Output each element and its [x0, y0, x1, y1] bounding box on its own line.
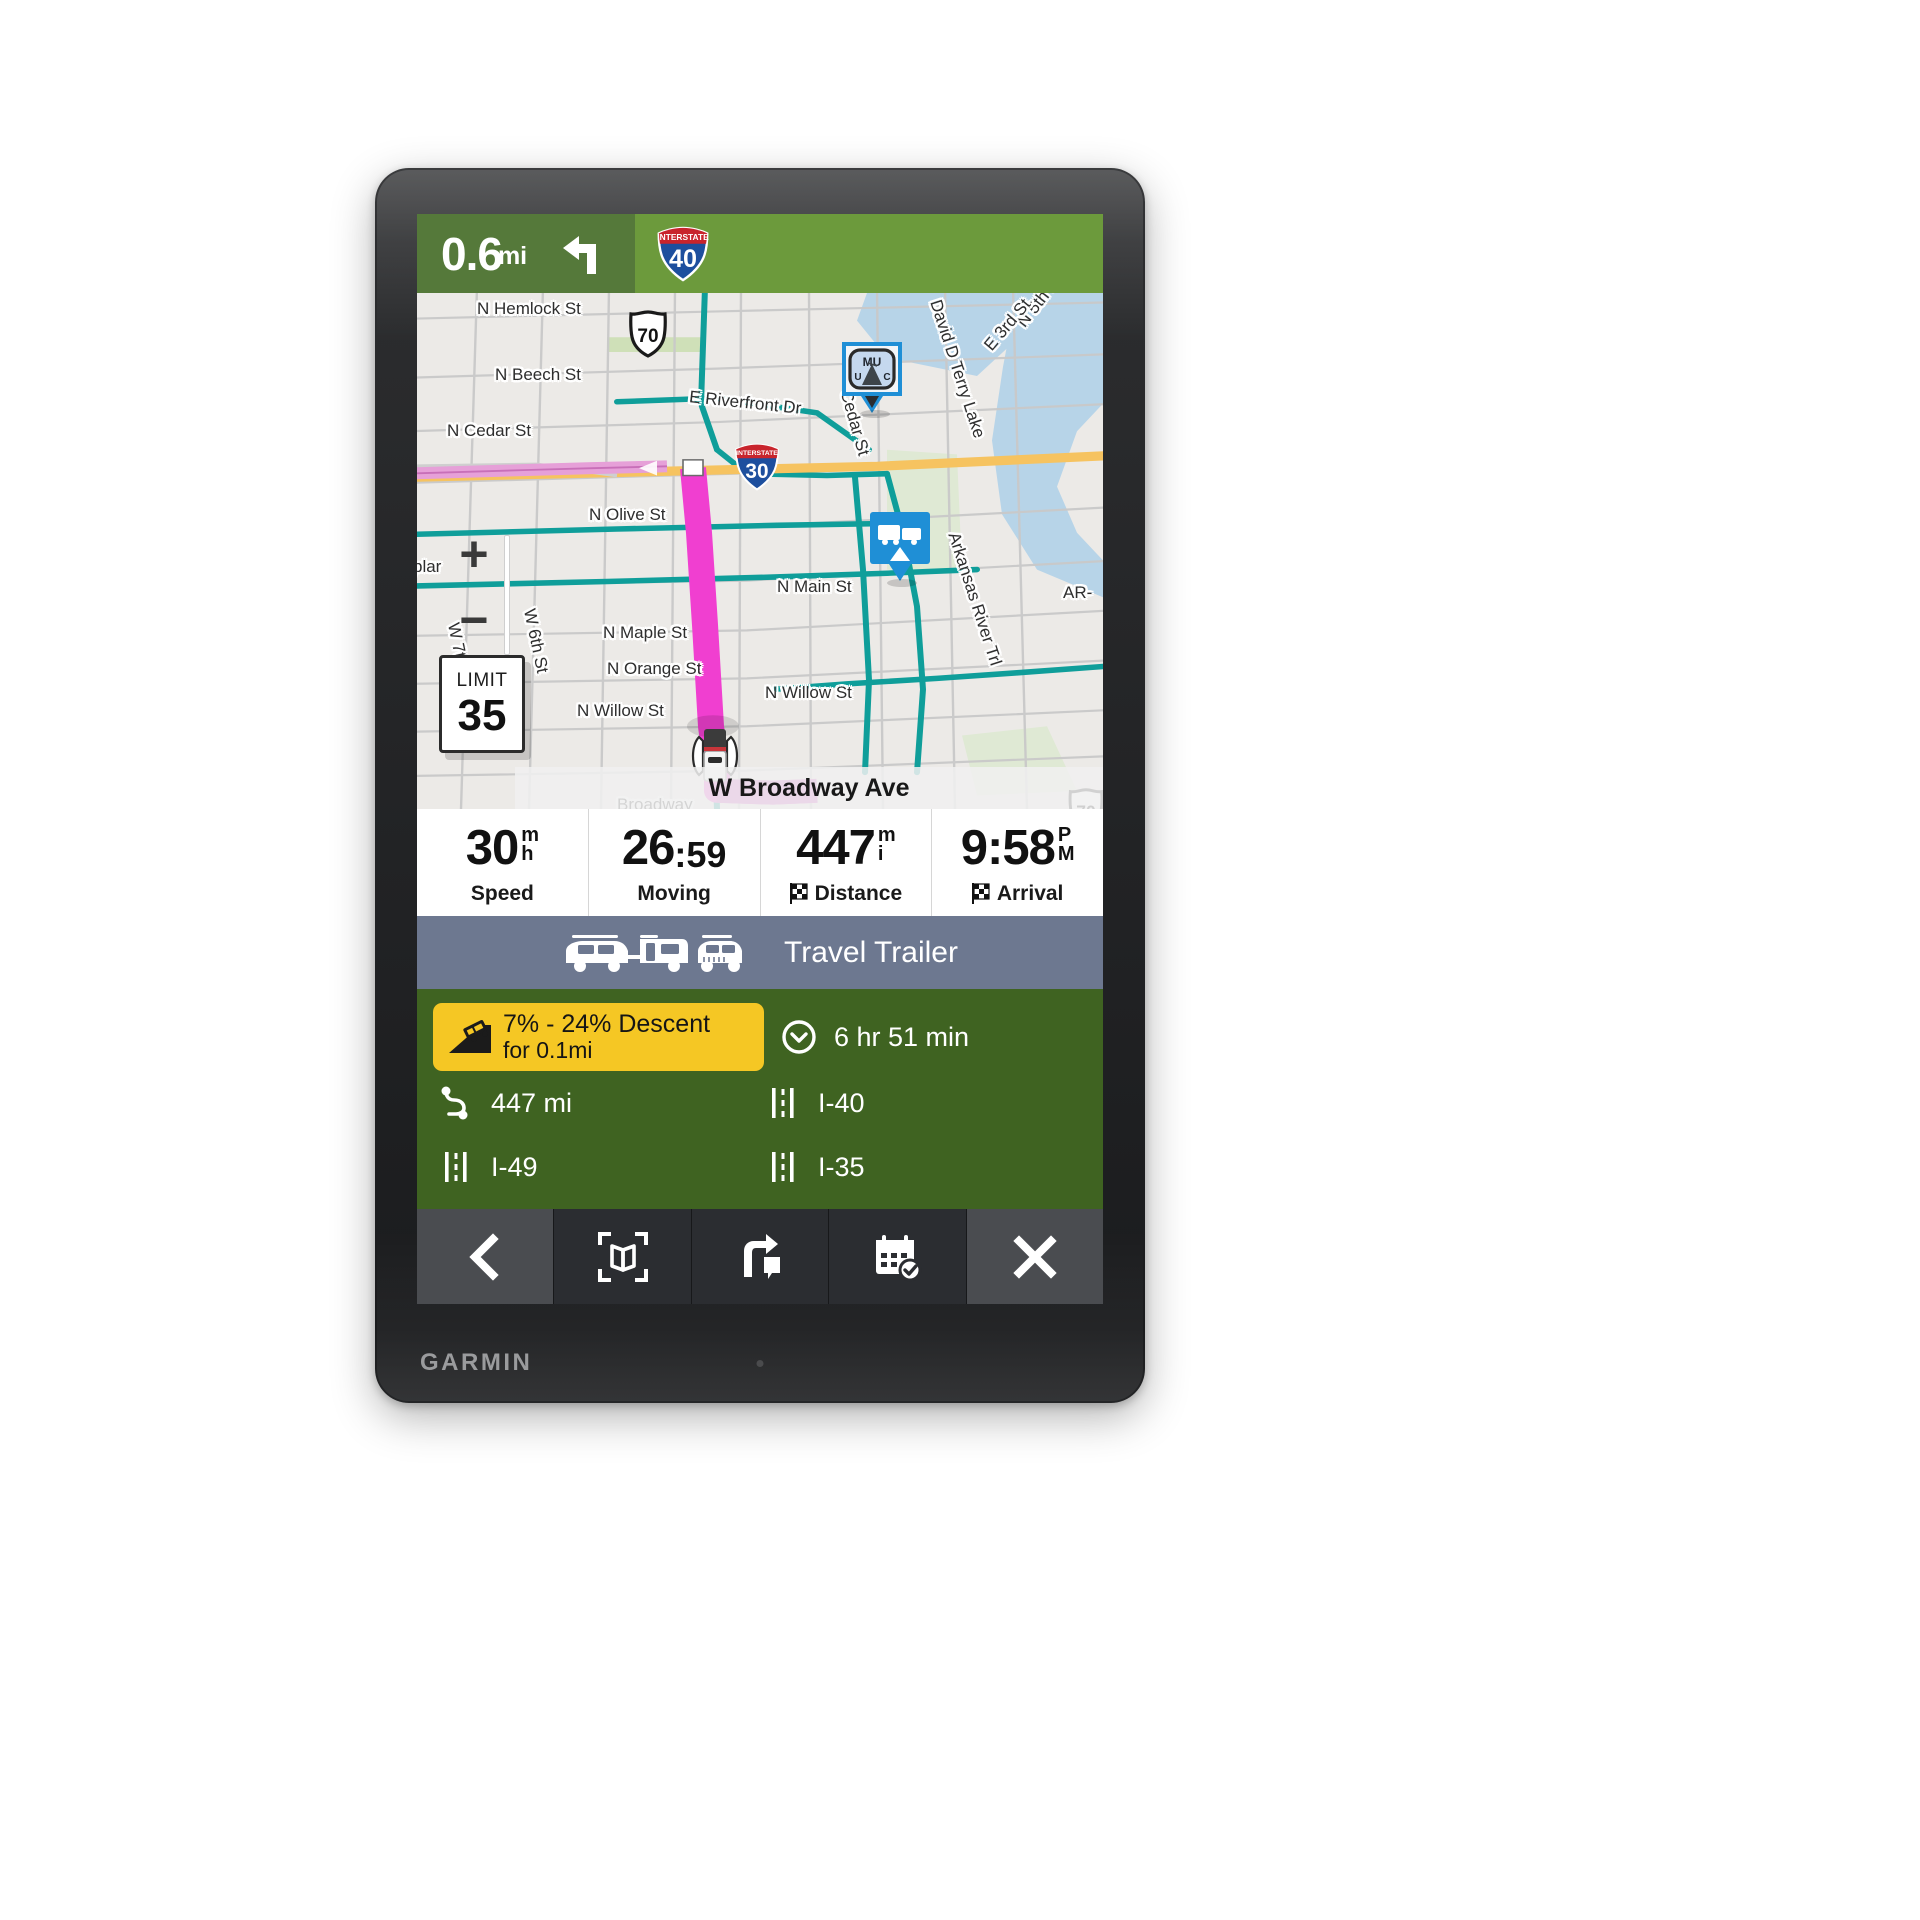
map-canvas[interactable]: N Hemlock St N Beech St N Cedar St E Riv… [417, 293, 1103, 810]
map-fullscreen-icon [597, 1231, 648, 1282]
speed-limit-value: 35 [457, 691, 507, 741]
summary-road-text: I-49 [491, 1151, 538, 1182]
moving-value-seconds: :59 [674, 833, 727, 875]
svg-text:30: 30 [745, 460, 768, 483]
back-button[interactable] [417, 1209, 555, 1304]
summary-road-text: I-40 [818, 1087, 865, 1118]
turn-list-button[interactable] [691, 1209, 830, 1304]
turn-left-arrow-icon [563, 235, 597, 274]
turn-list-icon [744, 1233, 781, 1279]
steep-descent-icon [449, 1020, 491, 1054]
summary-road-cell[interactable]: I-35 [760, 1135, 1087, 1199]
descent-warning-badge[interactable]: 7% - 24% Descent for 0.1mi [433, 1003, 764, 1071]
distance-value: 447 [796, 820, 876, 875]
svg-text:INTERSTATE: INTERSTATE [657, 232, 709, 242]
garmin-gps-device: 0.6 mi INTERSTATE 40 N Hemlock St N Beec… [375, 168, 1145, 1403]
speed-limit-label: LIMIT [456, 670, 508, 692]
zoom-in-button[interactable]: + [441, 521, 507, 587]
summary-road-cell[interactable]: I-49 [433, 1135, 760, 1199]
screenshot-root: 0.6 mi INTERSTATE 40 N Hemlock St N Beec… [0, 0, 1920, 1920]
road-icon [445, 1152, 467, 1182]
speed-limit-sign: LIMIT 35 [439, 655, 525, 754]
chevron-left-icon [469, 1232, 499, 1281]
vehicle-profile-name: Travel Trailer [784, 935, 958, 969]
next-turn-distance-unit: mi [497, 241, 528, 270]
arrival-meridiem-top: P [1057, 823, 1072, 846]
descent-warning-line2: for 0.1mi [503, 1037, 593, 1064]
bottom-toolbar [417, 1209, 1103, 1304]
svg-text:U: U [854, 372, 861, 383]
calendar-check-icon [876, 1234, 922, 1281]
route-summary-panel: 7% - 24% Descent for 0.1mi 6 hr 51 min 4… [417, 989, 1103, 1209]
map-zoom-controls[interactable]: + − [441, 521, 510, 655]
trip-planner-button[interactable] [829, 1209, 967, 1304]
summary-distance-text: 447 mi [491, 1087, 573, 1118]
current-street-bar: W Broadway Ave [515, 767, 1103, 810]
summary-eta-cell[interactable]: 6 hr 51 min [776, 1003, 1087, 1071]
map-view-button[interactable] [554, 1209, 692, 1304]
microphone-dot [756, 1360, 764, 1367]
campground-poi-marker[interactable]: MU U C [841, 341, 903, 419]
distance-unit-top: m [877, 823, 896, 846]
data-cell-arrival[interactable]: 9:58 P M Arrival [932, 809, 1103, 916]
descent-warning-line1: 7% - 24% Descent [503, 1010, 711, 1039]
speed-unit-bottom: h [521, 842, 534, 865]
distance-label: Distance [814, 881, 903, 905]
route-distance-icon [441, 1086, 468, 1120]
distance-unit-bottom: i [877, 842, 884, 865]
svg-text:C: C [883, 372, 890, 383]
summary-distance-cell[interactable]: 447 mi [433, 1071, 760, 1135]
interstate-30-shield-icon: INTERSTATE 30 [735, 443, 779, 491]
road-icon [772, 1088, 794, 1118]
data-cell-distance[interactable]: 447 m i Distance [761, 809, 933, 917]
checkered-flag-icon [789, 883, 808, 905]
arrival-label: Arrival [996, 881, 1064, 905]
summary-eta-text: 6 hr 51 min [834, 1021, 970, 1052]
rv-park-poi-marker[interactable] [869, 511, 931, 589]
speed-label: Speed [470, 881, 534, 905]
arrival-meridiem-bottom: M [1057, 842, 1075, 865]
svg-text:40: 40 [669, 245, 697, 273]
arrival-value: 9:58 [960, 820, 1056, 875]
svg-text:INTERSTATE: INTERSTATE [736, 450, 778, 457]
moving-label: Moving [637, 881, 711, 905]
zoom-out-button[interactable]: − [441, 587, 507, 653]
clock-icon [782, 1020, 816, 1054]
summary-road-text: I-35 [818, 1151, 865, 1182]
next-road-group: INTERSTATE 40 [635, 214, 1103, 293]
next-turn-distance-value: 0.6 [441, 227, 503, 280]
data-cell-speed[interactable]: 30 m h Speed [417, 809, 589, 917]
summary-row: I-49 I-35 [433, 1135, 1087, 1199]
speed-value: 30 [465, 820, 520, 875]
summary-road-cell[interactable]: I-40 [760, 1071, 1087, 1135]
interstate-40-shield-icon: INTERSTATE 40 [657, 226, 709, 282]
road-icon [772, 1152, 794, 1182]
us-70-shield-icon: 70 [629, 310, 667, 358]
checkered-flag-icon [971, 883, 990, 905]
moving-value: 26 [621, 820, 676, 875]
vehicle-profile-bar[interactable]: Travel Trailer [417, 916, 1103, 990]
garmin-brand-logo: GARMIN [420, 1349, 533, 1376]
next-turn-distance-group: 0.6 mi [417, 214, 635, 293]
device-screen: 0.6 mi INTERSTATE 40 N Hemlock St N Beec… [417, 214, 1103, 1304]
next-turn-banner[interactable]: 0.6 mi INTERSTATE 40 [417, 214, 1103, 293]
suv-trailer-car-icon [566, 934, 743, 972]
speed-unit-top: m [521, 823, 540, 846]
summary-row: 447 mi I-40 [433, 1071, 1087, 1135]
data-cell-moving[interactable]: 26 :59 Moving [589, 809, 761, 917]
svg-text:70: 70 [637, 326, 658, 347]
current-street-name: W Broadway Ave [708, 773, 910, 802]
trip-data-bar: 30 m h Speed 26 :59 Moving 447 m i Dista… [417, 809, 1103, 917]
close-x-icon [1013, 1234, 1057, 1279]
summary-row: 7% - 24% Descent for 0.1mi 6 hr 51 min [433, 1003, 1087, 1071]
stop-route-button[interactable] [966, 1209, 1103, 1304]
